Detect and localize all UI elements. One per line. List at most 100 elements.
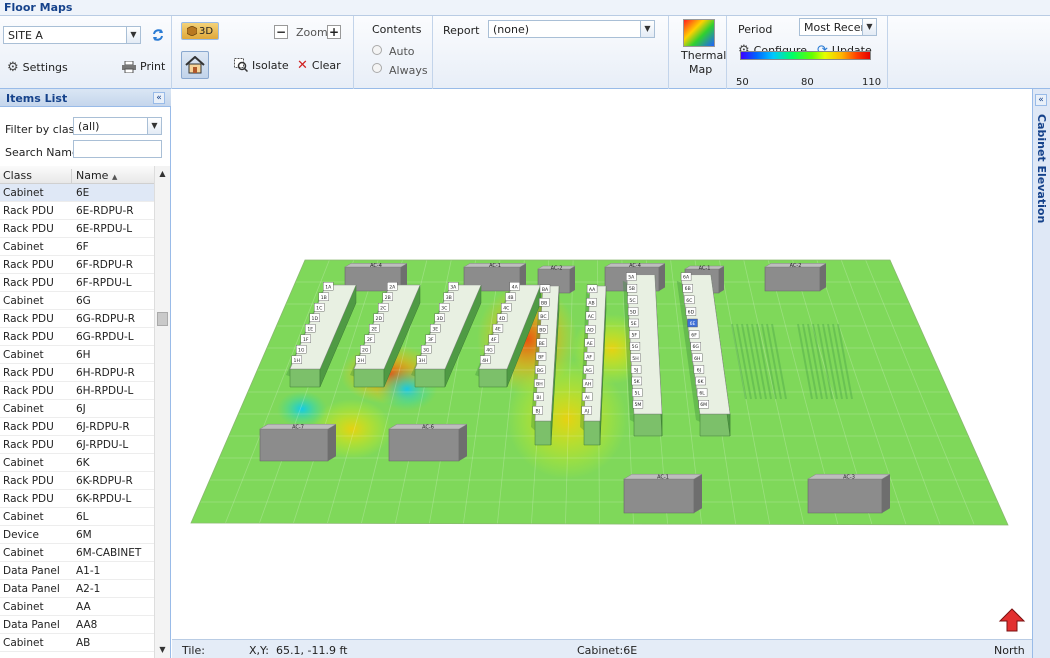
report-select[interactable]: (none) ▼ [488,20,655,38]
cabinet-label: 1E [307,326,313,332]
col-class-header[interactable]: Class [3,169,32,182]
table-row[interactable]: Data Panel A1-1 [0,562,154,580]
print-label: Print [140,60,166,73]
site-select[interactable]: SITE A ▼ [3,26,141,44]
cube-icon [186,26,197,36]
auto-radio[interactable] [372,45,382,55]
ac-unit[interactable]: AC-6 [388,423,468,462]
cabinet-label: BA [542,287,549,293]
table-row[interactable]: Rack PDU 6G-RDPU-R [0,310,154,328]
cabinet-label: 2F [367,337,373,343]
table-row[interactable]: Cabinet 6E [0,184,154,202]
always-radio[interactable] [372,63,382,73]
table-row[interactable]: Rack PDU 6F-RDPU-R [0,256,154,274]
table-row[interactable]: Rack PDU 6G-RPDU-L [0,328,154,346]
cabinet-label: 6E [690,321,696,327]
search-name-input[interactable] [73,140,162,158]
search-name-label: Search Name [5,146,79,159]
scroll-thumb[interactable] [157,312,168,326]
table-row[interactable]: Device 6M [0,526,154,544]
row-name: A2-1 [76,583,101,595]
table-row[interactable]: Cabinet 6M-CABINET [0,544,154,562]
table-row[interactable]: Rack PDU 6K-RPDU-L [0,490,154,508]
cabinet-label: BE [539,341,545,347]
row-class: Data Panel [3,619,60,631]
status-bar: Tile: X,Y: 65.1, -11.9 ft Cabinet:6E Nor… [172,639,1032,658]
ac-unit[interactable]: AC-3 [807,473,891,514]
table-row[interactable]: Rack PDU 6H-RDPU-R [0,364,154,382]
expand-right-icon[interactable]: « [1035,94,1047,106]
table-row[interactable]: Cabinet 6J [0,400,154,418]
3d-view-button[interactable]: 3D [181,22,219,40]
table-row[interactable]: Cabinet 6F [0,238,154,256]
cabinet-label: 3B [446,295,452,301]
collapse-left-icon[interactable]: « [153,92,165,104]
table-row[interactable]: Cabinet 6G [0,292,154,310]
cabinet-label: AE [587,341,593,347]
ac-unit[interactable]: AC-1 [623,473,703,514]
table-row[interactable]: Cabinet 6K [0,454,154,472]
cabinet-label: 4A [512,284,519,290]
cabinet-label: 5D [630,309,637,315]
col-name-header[interactable]: Name ▲ [76,169,117,182]
scale-mid: 80 [801,77,814,88]
scroll-up-icon[interactable]: ▲ [155,166,170,182]
row-name: 6E-RPDU-L [76,223,133,235]
table-row[interactable]: Rack PDU 6E-RPDU-L [0,220,154,238]
table-row[interactable]: Cabinet AB [0,634,154,652]
zoom-out-button[interactable]: − [274,25,288,39]
table-row[interactable]: Rack PDU 6H-RPDU-L [0,382,154,400]
table-row[interactable]: Cabinet AA [0,598,154,616]
print-button[interactable]: Print [122,60,165,73]
cabinet-elevation-title: Cabinet Elevation [1035,114,1048,224]
cabinet-label: 2B [385,295,391,301]
grid-scrollbar[interactable]: ▲ ▼ [154,166,170,658]
ac-unit[interactable]: AC-2 [764,263,827,292]
items-list-panel: Items List « Filter by class (all) ▼ Sea… [0,89,171,658]
table-row[interactable]: Data Panel AA8 [0,616,154,634]
clear-button[interactable]: ✕ Clear [297,58,341,73]
xy-label: X,Y: [249,644,269,657]
row-class: Rack PDU [3,385,54,397]
row-class: Rack PDU [3,313,54,325]
table-row[interactable]: Rack PDU 6K-RDPU-R [0,472,154,490]
cabinet-label: 4H [482,358,488,364]
period-select[interactable]: Most Recent ▼ [799,18,877,36]
floor-map-canvas[interactable]: AC-4 AC-1 AC-2 AC-4 AC-1 AC-2 AC-7 AC-6 AC-1 AC-3… [172,89,1032,639]
table-row[interactable]: Rack PDU 6J-RDPU-R [0,418,154,436]
table-row[interactable]: Cabinet 6H [0,346,154,364]
row-name: 6M [76,529,92,541]
table-row[interactable]: Cabinet 6L [0,508,154,526]
cabinet-label: AG [585,368,592,374]
north-arrow-icon[interactable] [998,607,1026,633]
row-class: Rack PDU [3,205,54,217]
table-row[interactable]: Data Panel A2-1 [0,580,154,598]
site-select-value: SITE A [8,29,43,42]
items-list-header: Items List « [0,89,171,107]
table-row[interactable]: Rack PDU 6J-RPDU-L [0,436,154,454]
zoom-in-button[interactable]: + [327,25,341,39]
cabinet-label: 3D [437,316,444,322]
row-name: 6J [76,403,86,415]
row-name: 6G-RPDU-L [76,331,134,343]
row-class: Cabinet [3,349,44,361]
cabinet-elevation-panel[interactable]: « Cabinet Elevation [1032,89,1050,658]
home-button[interactable] [181,51,209,79]
thermal-map-icon[interactable] [683,19,715,47]
row-name: 6G [76,295,91,307]
settings-button[interactable]: ⚙ Settings [7,60,68,75]
isolate-button[interactable]: Isolate [234,58,289,72]
table-row[interactable]: Rack PDU 6E-RDPU-R [0,202,154,220]
ac-unit[interactable]: AC-7 [259,423,337,462]
refresh-icon[interactable] [151,28,165,42]
floor-map-view[interactable]: AC-4 AC-1 AC-2 AC-4 AC-1 AC-2 AC-7 AC-6 AC-1 AC-3… [172,89,1032,639]
row-name: 6K-RPDU-L [76,493,132,505]
table-row[interactable]: Rack PDU 6F-RPDU-L [0,274,154,292]
printer-icon [122,60,136,73]
filter-class-select[interactable]: (all) ▼ [73,117,162,135]
chevron-down-icon: ▼ [640,21,654,37]
filter-label: Filter by class [5,123,81,136]
cabinet-label: 3H [419,358,425,364]
scroll-down-icon[interactable]: ▼ [155,642,170,658]
row-name: 6J-RPDU-L [76,439,129,451]
